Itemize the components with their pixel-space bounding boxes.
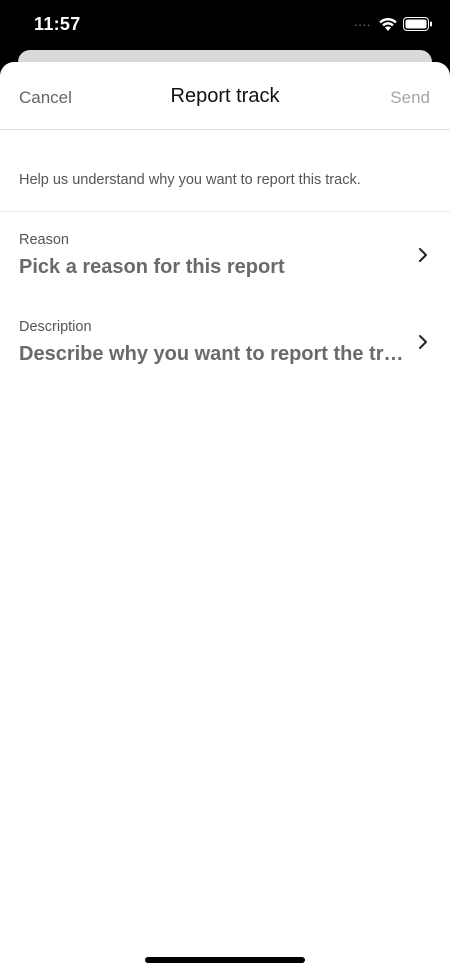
divider bbox=[0, 211, 450, 212]
help-text: Help us understand why you want to repor… bbox=[19, 172, 361, 188]
page-title: Report track bbox=[170, 85, 280, 107]
battery-icon bbox=[403, 17, 432, 31]
send-button[interactable]: Send bbox=[390, 88, 430, 108]
reason-label: Reason bbox=[19, 232, 69, 248]
wifi-icon bbox=[379, 17, 397, 31]
signal-dots: .... bbox=[354, 15, 372, 29]
reason-value: Pick a reason for this report bbox=[19, 256, 285, 278]
status-time: 11:57 bbox=[34, 14, 81, 34]
home-indicator[interactable] bbox=[145, 957, 305, 963]
report-track-screen: 11:57 .... Cancel Report track Send Help… bbox=[0, 0, 450, 972]
description-value: Describe why you want to report the trac… bbox=[19, 343, 404, 365]
description-row[interactable]: Description Describe why you want to rep… bbox=[0, 313, 450, 385]
chevron-right-icon bbox=[419, 335, 427, 349]
chevron-right-icon bbox=[419, 248, 427, 262]
reason-row[interactable]: Reason Pick a reason for this report bbox=[0, 226, 450, 298]
nav-bar: Cancel Report track Send bbox=[0, 62, 450, 130]
report-sheet: Cancel Report track Send Help us underst… bbox=[0, 62, 450, 972]
status-bar: 11:57 .... bbox=[0, 0, 450, 52]
description-label: Description bbox=[19, 319, 92, 335]
